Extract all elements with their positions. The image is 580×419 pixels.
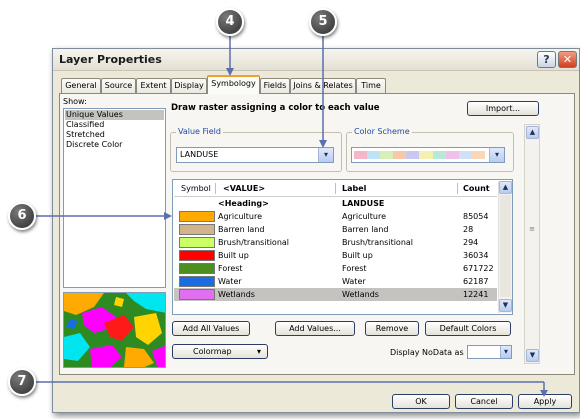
- callout-4-arrowhead: [226, 68, 234, 76]
- callout-6-badge: 6: [8, 202, 36, 230]
- callout-4-badge: 4: [216, 8, 244, 36]
- callout-7-arrowhead: [540, 390, 548, 397]
- callout-5-badge: 5: [309, 8, 337, 36]
- callout-arrows: [36, 34, 548, 397]
- callout-6-arrowhead: [164, 212, 172, 220]
- callout-5-arrowhead: [319, 140, 327, 148]
- callout-7-badge: 7: [8, 368, 36, 396]
